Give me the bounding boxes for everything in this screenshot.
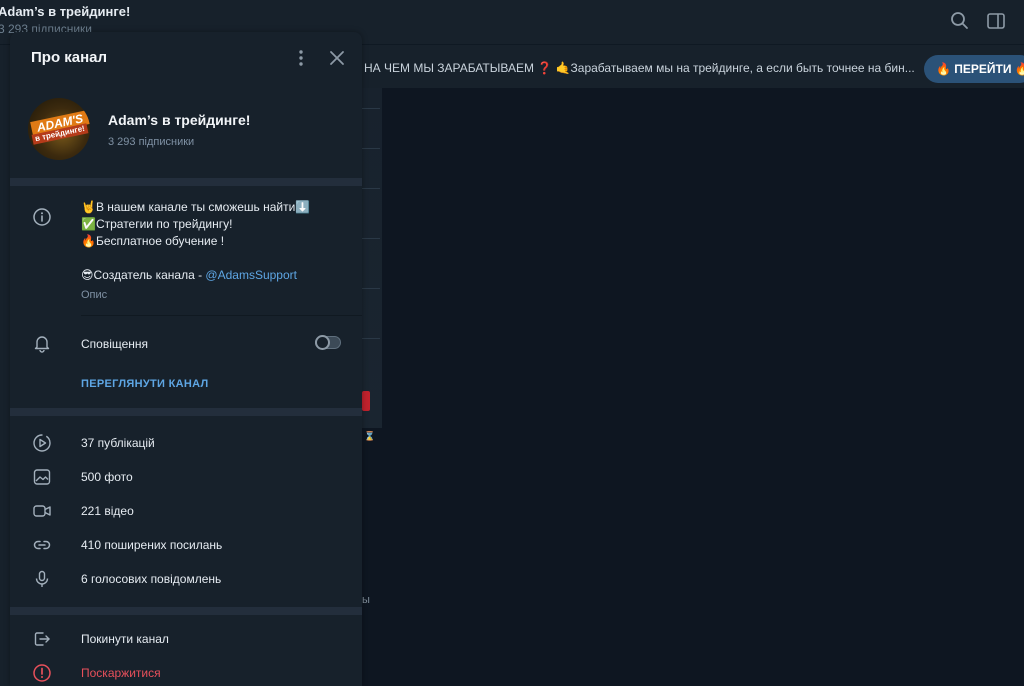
channel-info-panel: Про канал ADAM'S в трейдинге! Adam’s в т… xyxy=(10,32,362,686)
hourglass-icon: ⌛ xyxy=(364,431,376,441)
photo-icon xyxy=(33,469,51,485)
row-divider xyxy=(81,315,362,316)
section-divider xyxy=(10,607,362,615)
microphone-icon xyxy=(35,570,49,587)
chat-image-fragment xyxy=(362,88,382,428)
view-channel-button[interactable]: ПЕРЕГЛЯНУТИ КАНАЛ xyxy=(81,378,208,390)
chat-list-edge xyxy=(0,88,10,686)
media-row-label: 410 поширених посилань xyxy=(81,538,223,552)
leave-channel-label: Покинути канал xyxy=(81,632,169,646)
close-icon[interactable] xyxy=(326,47,348,69)
chat-red-marker xyxy=(362,391,370,411)
media-row-photos[interactable]: 500 фото xyxy=(10,460,362,494)
more-menu-icon[interactable] xyxy=(290,47,312,69)
media-row-label: 6 голосових повідомлень xyxy=(81,572,222,586)
report-label: Поскаржитися xyxy=(81,666,161,680)
report-button[interactable]: Поскаржитися xyxy=(10,656,362,686)
info-icon xyxy=(33,208,51,226)
media-row-videos[interactable]: 221 відео xyxy=(10,494,362,528)
description-line: 🔥Бесплатное обучение ! xyxy=(81,234,225,248)
channel-profile: ADAM'S в трейдинге! Adam’s в трейдинге! … xyxy=(10,82,362,178)
media-row-label: 500 фото xyxy=(81,470,133,484)
description-line: 🤘В нашем канале ты сможешь найти⬇️ xyxy=(81,200,311,214)
section-divider xyxy=(10,178,362,186)
notifications-label: Сповіщення xyxy=(81,337,149,351)
media-row-voice[interactable]: 6 голосових повідомлень xyxy=(10,562,362,596)
panel-title: Про канал xyxy=(31,49,108,66)
posts-icon xyxy=(33,434,51,452)
chat-text-fragment: ы xyxy=(362,594,370,606)
media-row-links[interactable]: 410 поширених посилань xyxy=(10,528,362,562)
bell-icon xyxy=(34,336,50,353)
pinned-message-text[interactable]: НА ЧЕМ МЫ ЗАРАБАТЫВАЕМ ❓ 🤙Зарабатываем м… xyxy=(364,61,914,75)
toggle-knob xyxy=(315,335,330,350)
chat-title[interactable]: Adam’s в трейдинге! xyxy=(0,4,130,19)
notifications-toggle[interactable] xyxy=(315,335,341,350)
pinned-go-button[interactable]: 🔥 ПЕРЕЙТИ 🔥 xyxy=(924,55,1024,83)
report-icon xyxy=(33,664,51,682)
leave-channel-button[interactable]: Покинути канал xyxy=(10,622,362,656)
description-label: Опис xyxy=(81,289,108,301)
section-divider xyxy=(10,408,362,416)
video-icon xyxy=(33,505,51,517)
media-row-posts[interactable]: 37 публікацій xyxy=(10,426,362,460)
description-blank-line xyxy=(81,250,341,267)
panel-header: Про канал xyxy=(10,32,362,82)
search-icon[interactable] xyxy=(949,10,971,32)
support-link[interactable]: @AdamsSupport xyxy=(205,268,297,282)
channel-description: 🤘В нашем канале ты сможешь найти⬇️ ✅Стра… xyxy=(81,199,341,284)
channel-avatar[interactable]: ADAM'S в трейдинге! xyxy=(28,98,90,160)
description-line: ✅Стратегии по трейдингу! xyxy=(81,217,233,231)
channel-subscribers: 3 293 підписники xyxy=(108,136,195,148)
media-row-label: 37 публікацій xyxy=(81,436,155,450)
sidebar-toggle-icon[interactable] xyxy=(985,10,1007,32)
description-creator-text: 😎Создатель канала - xyxy=(81,268,206,282)
link-icon xyxy=(33,540,51,550)
description-line: 😎Создатель канала - @AdamsSupport xyxy=(81,267,341,284)
leave-icon xyxy=(34,632,50,646)
media-row-label: 221 відео xyxy=(81,504,134,518)
channel-name: Adam’s в трейдинге! xyxy=(108,112,251,128)
